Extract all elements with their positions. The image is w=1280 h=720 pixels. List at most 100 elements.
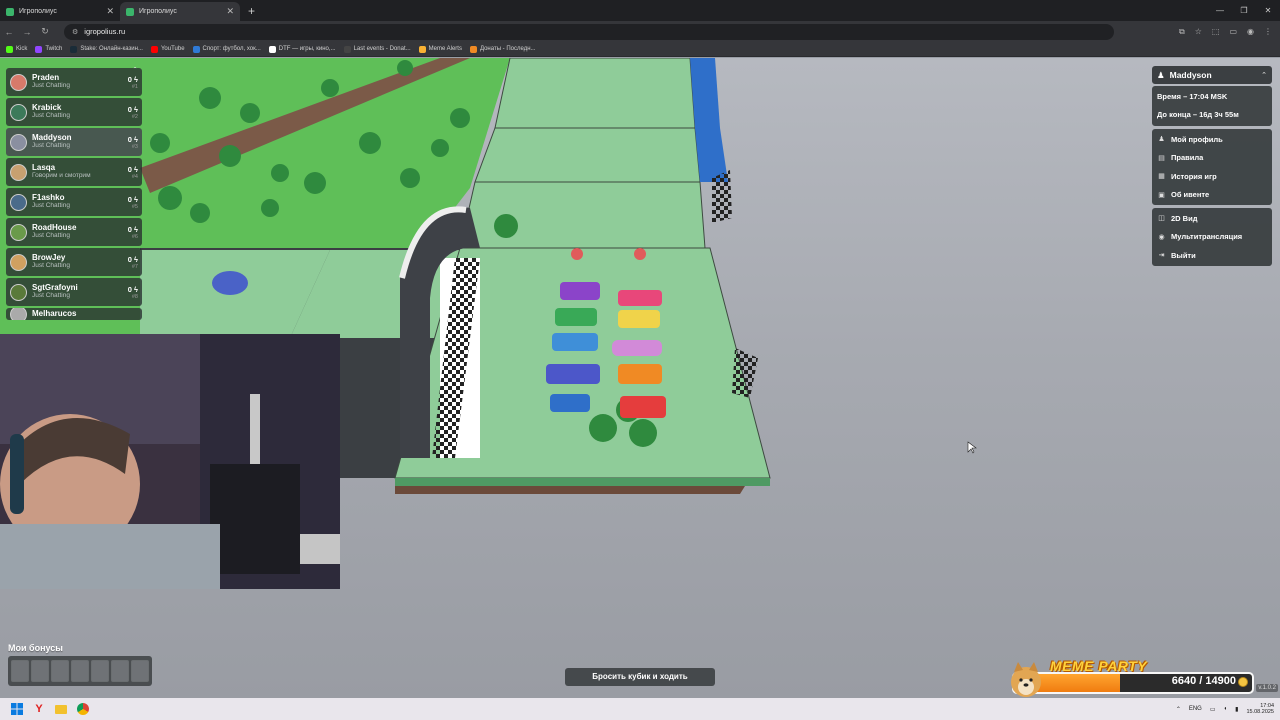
browser-tab-1[interactable]: Игрополиус ✕ xyxy=(0,2,120,21)
clock-date: 15.08.2025 xyxy=(1246,709,1274,715)
chevron-up-icon[interactable]: ⌃ xyxy=(1261,71,1267,79)
reload-icon[interactable]: ↻ xyxy=(36,26,54,37)
menu-item[interactable]: ▣ Об ивенте xyxy=(1152,186,1272,205)
doge-icon xyxy=(1011,662,1041,697)
player-info: RoadHouse Just Chatting xyxy=(32,223,128,239)
menu-item[interactable]: ♟ Мой профиль xyxy=(1152,130,1272,149)
leaderboard-row[interactable]: Maddyson Just Chatting 0 ϟ #3 xyxy=(6,128,142,156)
bonus-slot[interactable] xyxy=(31,660,49,682)
roll-dice-button[interactable]: Бросить кубик и ходить xyxy=(565,668,715,686)
windows-start-icon[interactable] xyxy=(6,698,28,720)
language-indicator[interactable]: ENG xyxy=(1189,706,1202,712)
file-explorer-icon[interactable] xyxy=(50,698,72,720)
network-icon[interactable]: ▭ xyxy=(1210,706,1216,713)
close-icon[interactable]: ✕ xyxy=(106,6,114,17)
bonus-slot[interactable] xyxy=(51,660,69,682)
menu-item[interactable]: ⇥ Выйти xyxy=(1152,246,1272,265)
leaderboard-row[interactable]: RoadHouse Just Chatting 0 ϟ #6 xyxy=(6,218,142,246)
bookmark-item[interactable]: Last events - Donat... xyxy=(343,45,411,53)
leaderboard-row[interactable]: Melharucos xyxy=(6,308,142,320)
install-icon[interactable]: ⧉ xyxy=(1179,27,1185,37)
player-rank: #2 xyxy=(131,113,138,120)
player-stats: 0 ϟ #2 xyxy=(128,105,138,120)
bookmark-item[interactable]: Meme Alerts xyxy=(418,45,462,53)
new-tab-button[interactable]: + xyxy=(240,2,263,21)
leaderboard-row[interactable]: Lasqa Говорим и смотрим 0 ϟ #4 xyxy=(6,158,142,186)
clock[interactable]: 17:04 15.08.2025 xyxy=(1246,703,1274,715)
player-status: Just Chatting xyxy=(32,111,70,119)
leaderboard-row[interactable]: SgtGrafoyni Just Chatting 0 ϟ #8 xyxy=(6,278,142,306)
bookmark-item[interactable]: Kick xyxy=(6,45,27,53)
menu-item-label: Об ивенте xyxy=(1171,190,1210,200)
bonus-slot[interactable] xyxy=(131,660,149,682)
address-bar-row: ← → ↻ ⚙ igropolius.ru ⧉ ☆ ⬚ ▭ ◉ ⋮ xyxy=(0,21,1280,42)
bookmark-item[interactable]: Twitch xyxy=(35,45,62,53)
leaderboard-row[interactable]: F1ashko Just Chatting 0 ϟ #5 xyxy=(6,188,142,216)
player-name: Melharucos xyxy=(32,308,77,318)
bookmark-item[interactable]: DTF — игры, кино,... xyxy=(268,45,336,53)
bookmark-item[interactable]: YouTube xyxy=(150,45,185,53)
bonus-slot[interactable] xyxy=(91,660,109,682)
menu-item-label: История игр xyxy=(1171,171,1217,181)
user-icon: ♟ xyxy=(1157,69,1165,80)
more-menu-icon[interactable]: ⋮ xyxy=(1264,27,1272,36)
leaderboard-row[interactable]: BrowJey Just Chatting 0 ϟ #7 xyxy=(6,248,142,276)
profile-icon[interactable]: ◉ xyxy=(1247,27,1254,36)
user-icon: ♟ xyxy=(1158,136,1165,144)
game-viewport[interactable]: ⌃ PradenJust Chatting0 ϟ#1KrabickJust Ch… xyxy=(0,58,1280,698)
back-icon[interactable]: ← xyxy=(0,27,18,37)
avatar xyxy=(10,73,27,91)
bonus-slot[interactable] xyxy=(11,660,29,682)
maximize-icon[interactable]: ❐ xyxy=(1232,0,1256,21)
menu-item[interactable]: ◉ Мультитрансляция xyxy=(1152,228,1272,247)
player-info: F1ashko Just Chatting xyxy=(32,193,128,209)
menu-item-label: 2D Вид xyxy=(1171,213,1198,223)
player-stats: 0 ϟ #1 xyxy=(128,75,138,90)
forward-icon[interactable]: → xyxy=(18,27,36,37)
side-menu: ♟ Maddyson ⌃ Время – 17:04 MSK До конца … xyxy=(1152,66,1272,266)
menu-item[interactable]: ◫ 2D Вид xyxy=(1152,209,1272,228)
mouse-cursor-icon xyxy=(967,441,977,454)
sidepanel-icon[interactable]: ▭ xyxy=(1229,27,1237,36)
bookmark-item[interactable]: Донаты - Последн... xyxy=(469,45,536,53)
checkered-flag xyxy=(712,170,732,223)
menu-group-view: ◫ 2D Вид ◉ Мультитрансляция ⇥ Выйти xyxy=(1152,208,1272,266)
tray-chevron-icon[interactable]: ⌃ xyxy=(1176,706,1181,713)
extensions-icon[interactable]: ⬚ xyxy=(1212,27,1220,36)
url-input[interactable]: ⚙ igropolius.ru xyxy=(64,23,1114,40)
close-icon[interactable]: ✕ xyxy=(226,6,234,17)
bookmark-label: Meme Alerts xyxy=(428,46,462,52)
bookmark-label: Спорт: футбол, хок... xyxy=(202,46,261,52)
menu-item[interactable]: ▦ История игр xyxy=(1152,167,1272,186)
bookmark-item[interactable]: Stake: Онлайн-казин... xyxy=(70,45,143,53)
avatar xyxy=(10,253,27,271)
board-tile xyxy=(474,127,701,183)
yandex-browser-icon[interactable]: Y xyxy=(28,698,50,720)
menu-item-label: Мой профиль xyxy=(1171,134,1223,144)
browser-tab-2[interactable]: Игрополиус ✕ xyxy=(120,2,240,21)
info-icon: ▣ xyxy=(1158,191,1165,199)
battery-icon[interactable]: ▮ xyxy=(1235,706,1238,713)
volume-icon[interactable]: ◖ xyxy=(1224,706,1228,712)
site-info-icon[interactable]: ⚙ xyxy=(72,28,78,36)
bookmark-star-icon[interactable]: ☆ xyxy=(1195,27,1202,36)
user-header[interactable]: ♟ Maddyson ⌃ xyxy=(1152,66,1272,84)
menu-item[interactable]: ▤ Правила xyxy=(1152,149,1272,168)
site-favicon xyxy=(126,7,134,16)
player-rank: #3 xyxy=(131,143,138,150)
bookmark-item[interactable]: Спорт: футбол, хок... xyxy=(192,45,261,53)
player-score: 0 ϟ xyxy=(127,134,138,144)
meme-party-value: 6640 / 14900 xyxy=(1171,675,1236,687)
player-rank: #6 xyxy=(131,233,138,240)
leaderboard-row[interactable]: Krabick Just Chatting 0 ϟ #2 xyxy=(6,98,142,126)
checkered-flag xyxy=(732,348,758,398)
avatar xyxy=(10,103,27,121)
leaderboard-row[interactable]: Praden Just Chatting 0 ϟ #1 xyxy=(6,68,142,96)
bonus-slot[interactable] xyxy=(71,660,89,682)
player-status: Just Chatting xyxy=(32,141,70,149)
chrome-icon[interactable] xyxy=(72,698,94,720)
bonus-slot[interactable] xyxy=(111,660,129,682)
minimize-icon[interactable]: — xyxy=(1208,0,1232,21)
players-leaderboard: ⌃ PradenJust Chatting0 ϟ#1KrabickJust Ch… xyxy=(6,66,142,320)
close-window-icon[interactable]: ✕ xyxy=(1256,0,1280,21)
